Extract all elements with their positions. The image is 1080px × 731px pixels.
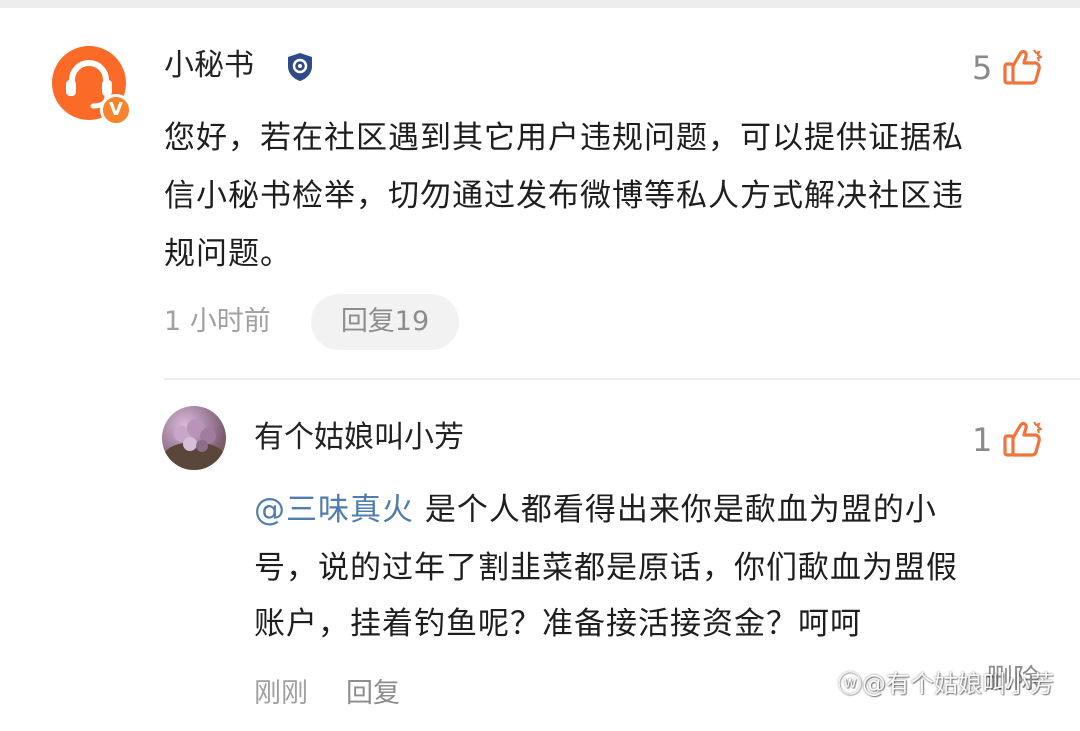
author-avatar[interactable]: V [42, 38, 138, 134]
weibo-watermark: ⓦ@有个姑娘叫小芳 [838, 670, 1054, 698]
shield-badge-icon [288, 53, 312, 81]
thumbs-up-icon[interactable] [1002, 420, 1042, 458]
comment-text-line: 信小秘书检举，切勿通过发布微博等私人方式解决社区违 [164, 178, 964, 214]
watermark-text: @有个姑娘叫小芳 [862, 670, 1054, 698]
comment-text-line: 规问题。 [164, 236, 292, 272]
reply-divider [164, 378, 1080, 380]
verified-v-icon: V [100, 94, 132, 126]
reply-like-count: 1 [972, 421, 993, 459]
mention-link[interactable]: @三味真火 [254, 492, 414, 528]
thumbs-up-icon[interactable] [1002, 48, 1042, 86]
reply-text-line: 账户，挂着钓鱼呢？准备接活接资金？呵呵 [254, 606, 862, 642]
top-divider [0, 0, 1080, 8]
user-avatar[interactable] [162, 406, 226, 470]
reply-text-line: @三味真火 是个人都看得出来你是歃血为盟的小 [254, 482, 937, 538]
reply-text-line: 号，说的过年了割韭菜都是原话，你们歃血为盟假 [254, 550, 958, 586]
reply-count-button[interactable]: 回复19 [311, 294, 459, 350]
comment-text-line: 您好，若在社区遇到其它用户违规问题，可以提供证据私 [164, 120, 964, 156]
reply-button[interactable]: 回复 [346, 678, 400, 710]
reply-timestamp: 刚刚 [254, 678, 308, 709]
reply-author-name[interactable]: 有个姑娘叫小芳 [254, 420, 464, 456]
comment-like-count: 5 [972, 49, 993, 87]
comment-timestamp: 1 小时前 [164, 306, 271, 337]
reply-text-segment: 是个人都看得出来你是歃血为盟的小 [414, 492, 937, 528]
comment-author-name[interactable]: 小秘书 [164, 48, 254, 84]
